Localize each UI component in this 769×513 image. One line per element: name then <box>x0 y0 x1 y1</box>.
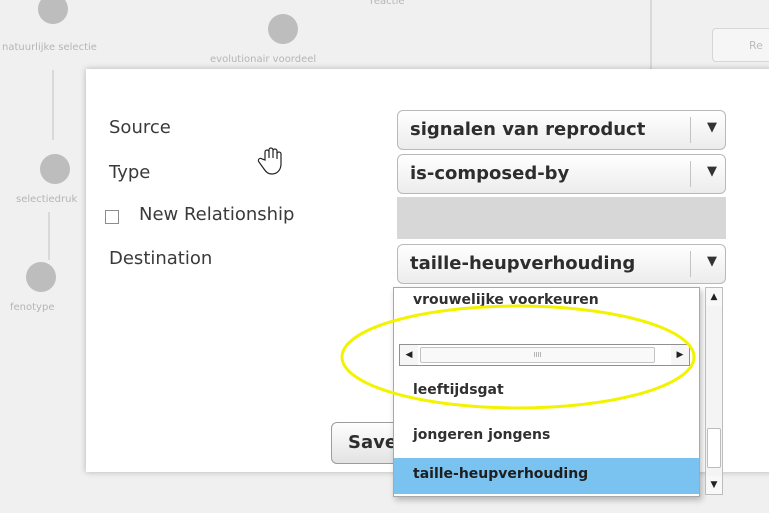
new-relationship-label[interactable]: New Relationship <box>139 204 294 225</box>
hand-cursor-icon <box>257 147 282 175</box>
dropdown-arrow-icon[interactable]: ▼ <box>707 254 717 269</box>
new-relationship-checkbox[interactable] <box>105 210 119 224</box>
scroll-up-icon[interactable]: ▲ <box>706 288 722 306</box>
edge-label: reactie <box>370 0 405 7</box>
node-label: selectiedruk <box>16 194 78 205</box>
node-selectiedruk[interactable] <box>40 154 70 184</box>
select-separator <box>690 161 691 187</box>
scroll-down-icon[interactable]: ▼ <box>706 476 722 494</box>
list-item-selected[interactable]: taille-heupverhouding <box>394 458 699 494</box>
dropdown-arrow-icon[interactable]: ▼ <box>707 120 717 135</box>
node-natuurlijke-selectie[interactable] <box>38 0 68 24</box>
destination-label: Destination <box>109 248 213 269</box>
background-button[interactable]: Re <box>712 28 769 62</box>
relationship-name-field <box>397 197 726 239</box>
type-select[interactable]: is-composed-by ▼ <box>397 154 726 194</box>
type-label: Type <box>109 162 151 183</box>
destination-select[interactable]: taille-heupverhouding ▼ <box>397 244 726 284</box>
node-label: natuurlijke selectie <box>2 42 97 53</box>
select-separator <box>690 117 691 143</box>
list-item[interactable]: jongeren jongens <box>394 419 699 455</box>
edge-line <box>48 212 50 260</box>
dropdown-vertical-scrollbar[interactable]: ▲ ▼ <box>705 287 723 495</box>
type-value: is-composed-by <box>410 163 570 184</box>
edge-line <box>52 70 54 140</box>
node-fenotype[interactable] <box>26 262 56 292</box>
panel-divider <box>650 0 652 69</box>
node-evolutionair-voordeel[interactable] <box>268 14 298 44</box>
dropdown-arrow-icon[interactable]: ▼ <box>707 164 717 179</box>
select-separator <box>690 251 691 277</box>
vertical-scroll-thumb[interactable] <box>707 428 721 468</box>
node-label: fenotype <box>10 302 55 313</box>
node-label: evolutionair voordeel <box>210 54 317 65</box>
highlight-ellipse <box>340 304 696 410</box>
source-value: signalen van reproduct <box>410 119 646 140</box>
source-select[interactable]: signalen van reproduct ▼ <box>397 110 726 150</box>
source-label: Source <box>109 117 171 138</box>
destination-value: taille-heupverhouding <box>410 253 636 274</box>
